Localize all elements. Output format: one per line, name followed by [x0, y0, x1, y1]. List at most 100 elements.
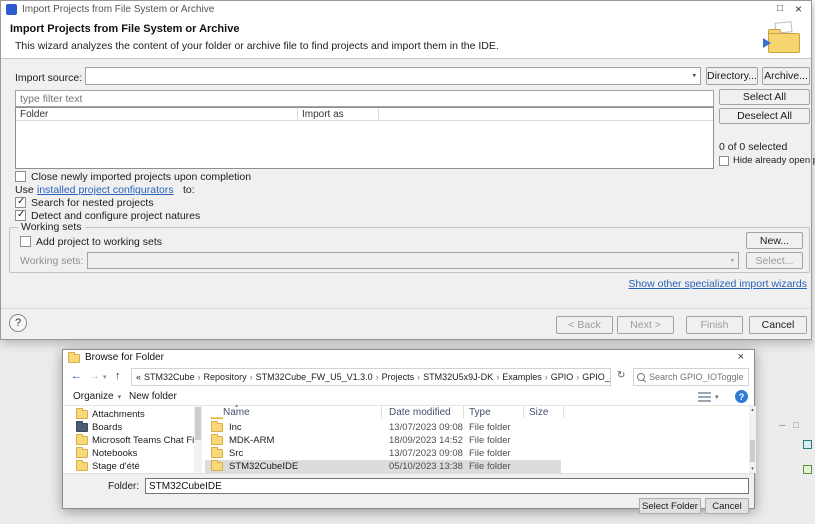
- forward-icon[interactable]: →: [89, 370, 100, 382]
- search-input[interactable]: [649, 372, 745, 382]
- breadcrumb-item[interactable]: Examples: [502, 372, 542, 382]
- search-box[interactable]: [633, 368, 749, 386]
- scroll-down-icon[interactable]: ▾: [749, 466, 756, 472]
- import-banner-icon: [763, 21, 803, 55]
- footer-separator: [1, 308, 811, 309]
- view-mode-icon[interactable]: [698, 392, 711, 402]
- breadcrumb-item[interactable]: STM32Cube: [144, 372, 195, 382]
- organize-button[interactable]: Organize ▾: [73, 391, 121, 402]
- folder-input[interactable]: [145, 478, 749, 494]
- tree-item-notebooks[interactable]: Notebooks: [64, 447, 194, 460]
- other-wizards-link[interactable]: Show other specialized import wizards: [628, 278, 807, 290]
- working-sets-combo[interactable]: ▾: [87, 252, 739, 269]
- list-scrollbar-thumb[interactable]: [750, 440, 755, 462]
- add-working-sets-checkbox[interactable]: [20, 236, 31, 247]
- list-scrollbar[interactable]: ▴ ▾: [749, 406, 756, 473]
- finish-button[interactable]: Finish: [686, 316, 743, 334]
- breadcrumb-separator-icon: ›: [249, 372, 253, 382]
- browse-window-title: Browse for Folder: [85, 352, 164, 363]
- nested-label: Search for nested projects: [31, 197, 154, 209]
- view-mode-dropdown-icon[interactable]: ▾: [715, 393, 719, 401]
- up-icon[interactable]: ↑: [115, 370, 121, 382]
- tree-item-label: Attachments: [92, 409, 145, 420]
- browse-cancel-button[interactable]: Cancel: [705, 498, 749, 514]
- hide-open-checkbox[interactable]: [719, 156, 729, 166]
- column-folder[interactable]: Folder: [20, 109, 48, 120]
- deselect-all-button[interactable]: Deselect All: [719, 108, 810, 124]
- new-folder-button[interactable]: New folder: [129, 391, 177, 402]
- folder-icon: [211, 447, 223, 458]
- close-icon[interactable]: ×: [795, 2, 802, 16]
- configurators-link[interactable]: installed project configurators: [37, 184, 174, 196]
- tree-scrollbar[interactable]: [194, 406, 202, 473]
- breadcrumb-item[interactable]: GPIO: [551, 372, 574, 382]
- column-import-as[interactable]: Import as: [302, 109, 344, 120]
- boards-icon: [76, 421, 88, 432]
- tree-item-boards[interactable]: Boards: [64, 421, 194, 434]
- chevron-down-icon: ▾: [692, 72, 696, 80]
- file-row[interactable]: Src 13/07/2023 09:08 File folder: [203, 447, 749, 460]
- tree-item-attachments[interactable]: Attachments: [64, 408, 194, 421]
- folder-icon: [211, 421, 223, 432]
- close-imported-checkbox[interactable]: [15, 171, 26, 182]
- filter-input[interactable]: [15, 90, 714, 107]
- folder-icon: [211, 417, 223, 419]
- tree-item-teams-files[interactable]: Microsoft Teams Chat Fil: [64, 434, 194, 447]
- search-icon: [637, 372, 646, 382]
- next-button[interactable]: Next >: [617, 316, 674, 334]
- archive-button[interactable]: Archive...: [762, 67, 810, 85]
- browse-titlebar[interactable]: Browse for Folder ×: [63, 350, 754, 366]
- refresh-icon[interactable]: ↻: [617, 370, 625, 381]
- file-row[interactable]: MDK-ARM 18/09/2023 14:52 File folder: [203, 434, 749, 447]
- background-view-icon[interactable]: [803, 465, 812, 474]
- breadcrumb-separator-icon: ›: [496, 372, 500, 382]
- background-view-icon[interactable]: [803, 440, 812, 449]
- import-source-combo[interactable]: ▾: [85, 67, 701, 85]
- breadcrumb-item[interactable]: GPIO_IOToggle: [582, 372, 610, 382]
- banner-folder-body: [768, 33, 800, 53]
- titlebar[interactable]: Import Projects from File System or Arch…: [1, 1, 811, 18]
- address-bar[interactable]: « STM32Cube › Repository › STM32Cube_FW_…: [131, 368, 611, 386]
- history-dropdown-icon[interactable]: ▾: [103, 373, 107, 381]
- tree-scrollbar-thumb[interactable]: [195, 407, 201, 440]
- new-working-set-button[interactable]: New...: [746, 232, 803, 249]
- natures-checkbox[interactable]: ✓: [15, 209, 26, 221]
- cancel-button[interactable]: Cancel: [749, 316, 807, 334]
- scroll-up-icon[interactable]: ▴: [749, 407, 756, 413]
- view-maximize-icon[interactable]: □: [793, 420, 798, 430]
- selection-status: 0 of 0 selected: [719, 141, 788, 153]
- breadcrumb-item[interactable]: Repository: [204, 372, 247, 382]
- close-icon[interactable]: ×: [738, 351, 744, 363]
- file-row-selected[interactable]: STM32CubeIDE 05/10/2023 13:38 File folde…: [203, 460, 749, 473]
- explorer-help-icon[interactable]: ?: [735, 390, 748, 403]
- back-icon[interactable]: ←: [71, 370, 82, 382]
- nested-checkbox[interactable]: ✓: [15, 196, 26, 208]
- directory-button[interactable]: Directory...: [706, 67, 758, 85]
- wizard-header: Import Projects from File System or Arch…: [1, 18, 811, 59]
- view-minimize-icon[interactable]: ─: [779, 420, 785, 430]
- maximize-icon[interactable]: □: [777, 3, 783, 14]
- file-row[interactable]: Inc 13/07/2023 09:08 File folder: [203, 421, 749, 434]
- column-divider: [378, 108, 379, 121]
- folder-field-label: Folder:: [108, 481, 140, 492]
- help-button[interactable]: ?: [9, 314, 27, 332]
- breadcrumb-overflow-icon[interactable]: «: [136, 372, 141, 382]
- import-projects-dialog: Import Projects from File System or Arch…: [0, 0, 815, 340]
- column-divider: [297, 108, 298, 121]
- select-working-set-button[interactable]: Select...: [746, 252, 803, 269]
- select-all-button[interactable]: Select All: [719, 89, 810, 105]
- breadcrumb-item[interactable]: Projects: [382, 372, 415, 382]
- browse-for-folder-dialog: Browse for Folder × ← → ▾ ↑ « STM32Cube …: [62, 349, 756, 514]
- file-list: EWARM 13/07/2023 09:08 File folder Inc 1…: [203, 417, 749, 473]
- select-folder-button[interactable]: Select Folder: [639, 498, 701, 514]
- tree-item-label: Stage d'été: [92, 461, 140, 472]
- working-sets-label: Working sets:: [20, 255, 84, 267]
- folder-icon: [76, 434, 88, 445]
- back-button[interactable]: < Back: [556, 316, 613, 334]
- breadcrumb-separator-icon: ›: [375, 372, 379, 382]
- command-toolbar: Organize ▾ New folder ▾ ?: [63, 388, 754, 406]
- tree-item-label: Microsoft Teams Chat Fil: [92, 435, 194, 446]
- tree-item-stage[interactable]: Stage d'été: [64, 460, 194, 473]
- breadcrumb-item[interactable]: STM32U5x9J-DK: [423, 372, 493, 382]
- breadcrumb-item[interactable]: STM32Cube_FW_U5_V1.3.0: [256, 372, 373, 382]
